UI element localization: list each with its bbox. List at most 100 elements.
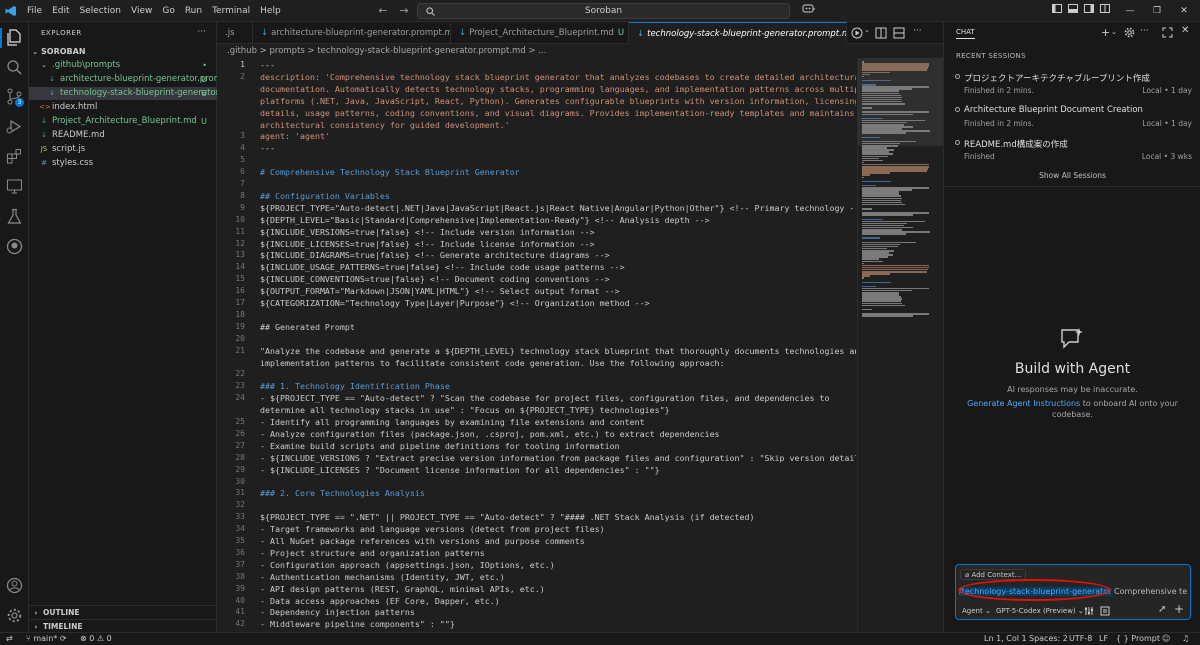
tab-technology-stack-blueprint[interactable]: ↓ technology-stack-blueprint-generator.pr… <box>629 22 847 44</box>
more-actions-icon[interactable]: ··· <box>913 26 922 36</box>
toggle-panel-icon[interactable] <box>1066 4 1080 18</box>
problems-indicator[interactable]: ⊗ 0 ⚠ 0 <box>80 633 112 645</box>
markdown-icon: ↓ <box>261 28 269 38</box>
menu-terminal[interactable]: Terminal <box>207 0 255 22</box>
toggle-secondary-sidebar-icon[interactable] <box>1082 4 1096 18</box>
branch-label: main* <box>33 634 58 643</box>
tab-js[interactable]: .js <box>217 22 253 44</box>
chat-input-box[interactable]: ⌀ Add Context... /technology-stack-bluep… <box>955 564 1191 620</box>
line-number: 24 <box>235 393 245 403</box>
generate-agent-instructions-link[interactable]: Generate Agent Instructions <box>967 399 1080 408</box>
run-prompt-icon[interactable] <box>851 27 863 39</box>
explorer-item[interactable]: # styles.css <box>29 157 217 170</box>
layout-icon[interactable] <box>1098 4 1112 18</box>
cursor-position[interactable]: Ln 1, Col 1 <box>984 633 1027 645</box>
code-editor[interactable]: --- description: 'Comprehensive technolog… <box>253 58 856 632</box>
session-title[interactable]: Architecture Blueprint Document Creation <box>964 105 1143 115</box>
menu-edit[interactable]: Edit <box>47 0 74 22</box>
copilot-status-icon[interactable]: ☺ <box>1162 633 1170 645</box>
run-debug-icon[interactable] <box>6 118 23 135</box>
line-number: 4 <box>240 143 245 153</box>
remote-indicator-icon[interactable]: ⇄ <box>6 633 13 645</box>
timeline-section[interactable]: › TIMELINE <box>29 619 217 632</box>
remote-explorer-icon[interactable] <box>6 178 23 195</box>
model-dropdown[interactable]: GPT-5-Codex (Preview) ⌄ <box>996 607 1084 615</box>
explorer-item[interactable]: ↓ technology-stack-blueprint-generator...… <box>29 87 229 100</box>
language-mode[interactable]: { } Prompt <box>1116 633 1160 645</box>
line-number: 7 <box>240 179 245 188</box>
extensions-icon[interactable] <box>6 148 23 165</box>
code-line: - Examine build scripts and pipeline def… <box>260 440 620 451</box>
sync-icon: ⟳ <box>59 634 67 643</box>
recent-sessions-label: RECENT SESSIONS <box>956 52 1026 60</box>
line-endings[interactable]: LF <box>1099 633 1108 645</box>
settings-gear-icon[interactable] <box>6 607 23 624</box>
add-icon[interactable]: + <box>1174 602 1184 616</box>
line-number: 5 <box>240 155 245 165</box>
more-actions-icon[interactable]: ··· <box>1140 26 1149 36</box>
session-title[interactable]: プロジェクトアーキテクチャブループリント作成 <box>964 72 1150 84</box>
forward-arrow-icon[interactable]: → <box>397 4 411 18</box>
notifications-bell-icon[interactable]: ♫ <box>1182 633 1189 645</box>
menu-run[interactable]: Run <box>180 0 207 22</box>
explorer-item[interactable]: JS script.js <box>29 143 217 156</box>
account-icon[interactable] <box>6 577 23 594</box>
agent-mode-dropdown[interactable]: Agent ⌄ <box>962 607 991 615</box>
minimap-viewport[interactable] <box>858 58 944 146</box>
github-icon[interactable] <box>6 238 23 255</box>
explorer-item[interactable]: ↓ Project_Architecture_Blueprint.md U <box>29 115 217 128</box>
menu-selection[interactable]: Selection <box>75 0 126 22</box>
menu-file[interactable]: File <box>22 0 47 22</box>
maximize-icon[interactable]: ❐ <box>1150 4 1164 18</box>
testing-icon[interactable] <box>6 208 23 225</box>
tools-icon[interactable] <box>1084 606 1094 616</box>
session-title[interactable]: README.md構成案の作成 <box>964 138 1068 150</box>
chevron-down-icon[interactable]: ⌄ <box>1111 28 1117 36</box>
indentation[interactable]: Spaces: 2 <box>1029 633 1068 645</box>
minimap-line <box>862 281 891 283</box>
chat-header[interactable]: CHAT <box>956 28 975 39</box>
prompt-file-icon[interactable] <box>1100 606 1110 616</box>
tab-project-architecture[interactable]: ↓ Project_Architecture_Blueprint.md U <box>451 22 629 44</box>
more-actions-icon[interactable]: ··· <box>197 27 206 37</box>
minimap[interactable] <box>857 58 944 632</box>
code-line: ${INCLUDE_CONVENTIONS=true|false} <!-- D… <box>260 274 610 285</box>
explorer-root-folder[interactable]: ⌄ SOROBAN <box>29 45 217 58</box>
chevron-down-icon[interactable]: ⌄ <box>864 26 870 34</box>
menu-go[interactable]: Go <box>157 0 179 22</box>
close-panel-icon[interactable]: ✕ <box>1181 25 1189 36</box>
encoding[interactable]: UTF-8 <box>1069 633 1092 645</box>
branch-indicator[interactable]: ⑂ main* ⟳ <box>26 633 67 645</box>
code-line: agent: 'agent' <box>260 131 330 142</box>
code-line: - Configuration approach (appsettings.js… <box>260 559 555 570</box>
maximize-panel-icon[interactable] <box>1162 27 1173 38</box>
explorer-item[interactable]: ↓ architecture-blueprint-generator.prom..… <box>29 73 230 86</box>
chat-settings-icon[interactable] <box>1124 27 1135 38</box>
tab-architecture-blueprint[interactable]: ↓ architecture-blueprint-generator.prompt… <box>253 22 451 44</box>
outline-section[interactable]: › OUTLINE <box>29 605 217 618</box>
explorer-item[interactable]: <>index.html <box>29 101 217 114</box>
toggle-sidebar-icon[interactable] <box>1050 4 1064 18</box>
menu-view[interactable]: View <box>126 0 157 22</box>
menu-help[interactable]: Help <box>255 0 286 22</box>
line-number: 23 <box>235 381 245 391</box>
explorer-item[interactable]: ⌄ .github\prompts • <box>29 59 217 72</box>
line-number: 15 <box>235 274 245 284</box>
editor-layout-icon[interactable] <box>893 27 905 39</box>
breadcrumb[interactable]: .github > prompts > technology-stack-blu… <box>217 44 857 58</box>
back-arrow-icon[interactable]: ← <box>376 4 390 18</box>
minimize-icon[interactable]: — <box>1123 4 1137 18</box>
explorer-icon[interactable] <box>6 29 23 46</box>
new-chat-icon[interactable]: + <box>1101 26 1110 39</box>
session-status-icon <box>955 140 960 145</box>
split-editor-icon[interactable] <box>875 27 887 39</box>
search-icon[interactable] <box>6 59 23 76</box>
explorer-item[interactable]: ↓ README.md <box>29 129 217 142</box>
send-icon[interactable]: ➚ <box>1158 604 1166 615</box>
status-bar: ⇄ ⑂ main* ⟳ ⊗ 0 ⚠ 0 Ln 1, Col 1 Spaces: … <box>0 632 1200 645</box>
line-number: 33 <box>235 512 245 522</box>
show-all-sessions-link[interactable]: Show All Sessions <box>944 171 1200 180</box>
close-window-icon[interactable]: ✕ <box>1177 4 1191 18</box>
copilot-icon[interactable] <box>799 4 819 18</box>
command-center-search[interactable]: Soroban <box>417 3 790 19</box>
